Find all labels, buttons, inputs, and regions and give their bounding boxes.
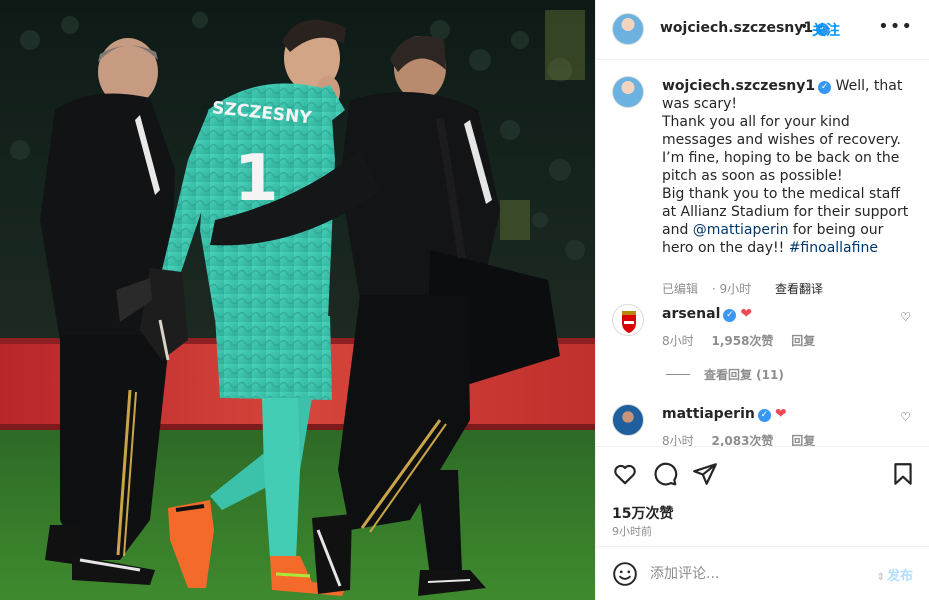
post-comment-button[interactable]: ⇕ 发布	[877, 565, 913, 584]
arsenal-crest-icon	[622, 311, 636, 333]
follow-button[interactable]: 关注	[812, 20, 840, 40]
comment-bubble-icon[interactable]	[652, 461, 678, 487]
share-paper-plane-icon[interactable]	[692, 461, 718, 487]
add-comment-bar: ⇕发布	[596, 546, 929, 600]
comment-likes[interactable]: 2,083次赞	[711, 434, 773, 446]
post-side-panel: wojciech.szczesny1 ✓ • 关注 ••• wojciech.sz…	[595, 0, 929, 600]
caption-text: wojciech.szczesny1 ✓ Well, that was scary…	[662, 77, 912, 257]
comment-input[interactable]	[650, 561, 860, 587]
red-heart-emoji: ❤	[774, 406, 787, 422]
author-username-text[interactable]: wojciech.szczesny1	[660, 20, 813, 36]
caption-age: 9小时	[719, 282, 752, 296]
reply-button[interactable]: 回复	[791, 334, 815, 348]
comment-meta: 8小时 2,083次赞 回复	[662, 432, 829, 446]
post-actions: 15万次赞 9小时前	[596, 446, 929, 546]
comment-body: mattiaperin ✓ ❤	[662, 406, 787, 422]
reply-button[interactable]: 回复	[791, 434, 815, 446]
like-heart-icon[interactable]	[612, 461, 638, 487]
caption-username[interactable]: wojciech.szczesny1	[662, 78, 815, 94]
verified-badge-icon: ✓	[818, 81, 832, 94]
comment-username[interactable]: arsenal	[662, 306, 720, 322]
view-replies-text[interactable]: 查看回复 (11)	[704, 368, 784, 382]
arsenal-avatar[interactable]	[612, 304, 644, 336]
post-comment-label[interactable]: 发布	[887, 569, 913, 584]
save-bookmark-icon[interactable]	[890, 461, 916, 487]
red-heart-emoji: ❤	[740, 306, 753, 322]
post-timestamp: 9小时前	[612, 525, 652, 538]
hashtag-link[interactable]: #finoallafine	[789, 240, 878, 256]
comment-age: 8小时	[662, 434, 694, 446]
author-avatar[interactable]	[612, 13, 644, 45]
edited-label: 已编辑 · 9小时	[662, 282, 752, 296]
caption-avatar[interactable]	[612, 76, 644, 108]
more-options-icon[interactable]: •••	[878, 16, 913, 37]
likes-count[interactable]: 15万次赞	[612, 503, 673, 523]
post-indicator-icon: ⇕	[876, 572, 885, 583]
comment-body: arsenal ✓ ❤	[662, 306, 752, 322]
post-image: 1 SZCZESNY	[0, 0, 595, 600]
verified-badge-icon: ✓	[723, 309, 737, 322]
separator-dot: •	[800, 19, 809, 35]
mattiaperin-avatar[interactable]	[612, 404, 644, 436]
verified-badge-icon: ✓	[757, 409, 771, 422]
comments-list[interactable]: wojciech.szczesny1 ✓ Well, that was scary…	[596, 60, 929, 446]
comment-likes[interactable]: 1,958次赞	[711, 334, 773, 348]
comment-age: 8小时	[662, 334, 694, 348]
post-header: wojciech.szczesny1 ✓ • 关注 •••	[596, 0, 929, 60]
comment-like-heart-icon[interactable]: ♡	[900, 410, 911, 424]
caption-body: Well, that was scary! Thank you all for …	[662, 78, 909, 238]
mention-link[interactable]: @mattiaperin	[693, 222, 789, 238]
comment-meta: 8小时 1,958次赞 回复	[662, 332, 829, 349]
caption-meta: 已编辑 · 9小时 查看翻译	[662, 280, 833, 297]
post-photo[interactable]: 1 SZCZESNY	[0, 0, 595, 600]
view-replies-button[interactable]: 查看回复 (11)	[666, 366, 784, 383]
replies-line	[666, 374, 690, 375]
comment-username[interactable]: mattiaperin	[662, 406, 755, 422]
see-translation-button[interactable]: 查看翻译	[775, 282, 823, 296]
comment-like-heart-icon[interactable]: ♡	[900, 310, 911, 324]
edited-text: 已编辑	[662, 282, 699, 296]
emoji-icon[interactable]	[612, 561, 638, 587]
